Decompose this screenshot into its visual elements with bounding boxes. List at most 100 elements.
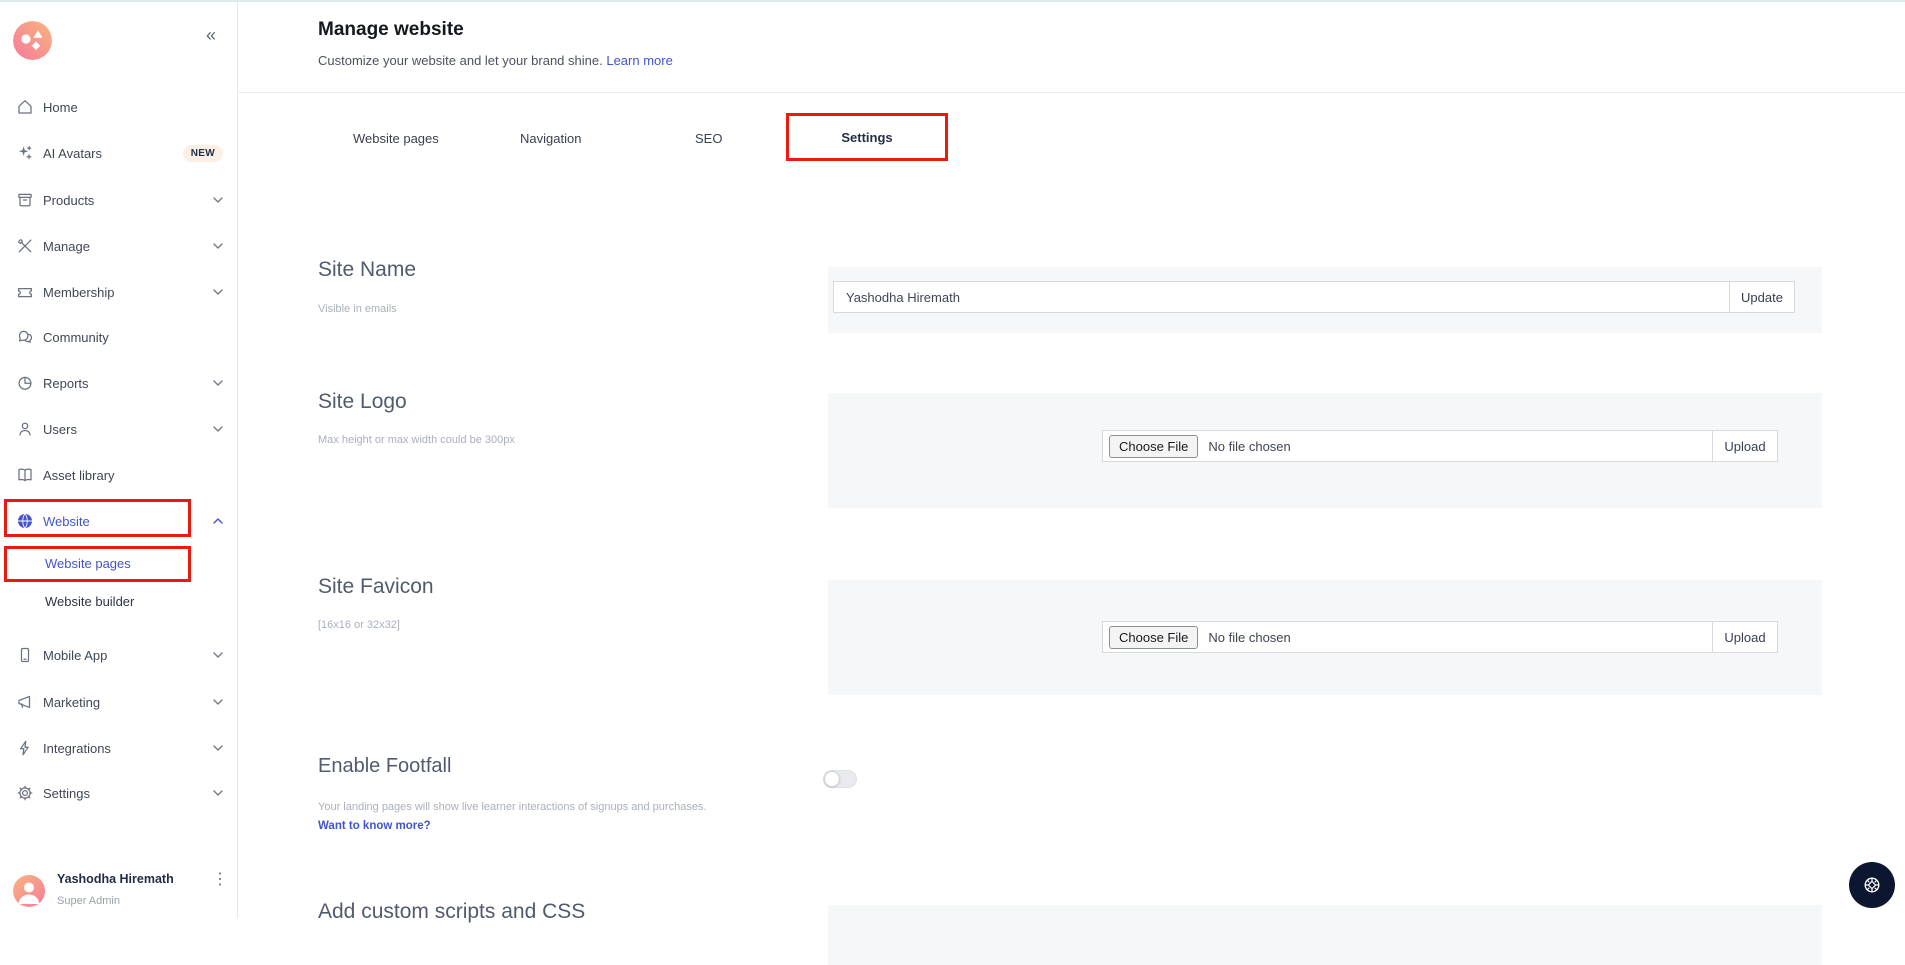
sidebar-item-mobile-app[interactable]: Mobile App (0, 637, 237, 673)
avatar[interactable] (13, 875, 45, 907)
sidebar-item-label: Reports (43, 376, 89, 391)
page-title: Manage website (318, 19, 464, 41)
tab-seo[interactable]: SEO (695, 131, 722, 146)
chevron-down-icon (213, 243, 223, 249)
main-content: Manage website Customize your website an… (238, 0, 1905, 918)
sidebar-item-label: Membership (43, 285, 115, 300)
box-icon (16, 191, 34, 209)
choose-file-button[interactable]: Choose File (1109, 435, 1198, 458)
page-subtitle: Customize your website and let your bran… (318, 53, 673, 68)
sidebar-item-manage[interactable]: Manage (0, 228, 237, 264)
megaphone-icon (16, 693, 34, 711)
home-icon (16, 98, 34, 116)
sidebar-item-label: Website (43, 514, 90, 529)
chevron-down-icon (213, 745, 223, 751)
zap-icon (16, 739, 34, 757)
site-favicon-file-bar: Choose File No file chosen Upload (1102, 621, 1778, 653)
sidebar-item-ai-avatars[interactable]: AI Avatars NEW (0, 135, 237, 171)
chevron-up-icon (213, 518, 223, 524)
site-logo-file-bar: Choose File No file chosen Upload (1102, 430, 1778, 462)
ticket-icon (16, 283, 34, 301)
sidebar-collapse-button[interactable]: « (200, 24, 222, 47)
brand-logo[interactable] (13, 21, 52, 60)
chevron-down-icon (213, 289, 223, 295)
sidebar-item-settings[interactable]: Settings (0, 775, 237, 811)
sidebar-item-label: Website builder (45, 594, 134, 609)
subtitle-text: Customize your website and let your bran… (318, 53, 603, 68)
tab-website-pages[interactable]: Website pages (353, 131, 439, 146)
sidebar-item-marketing[interactable]: Marketing (0, 684, 237, 720)
chevron-down-icon (213, 380, 223, 386)
site-name-note: Visible in emails (318, 303, 397, 315)
tab-label: Settings (841, 130, 892, 145)
globe-icon (16, 512, 34, 530)
gear-icon (16, 784, 34, 802)
site-logo-panel: Choose File No file chosen Upload (828, 393, 1822, 508)
top-strip (0, 0, 1905, 2)
sidebar-item-label: Home (43, 100, 78, 115)
learn-more-link[interactable]: Learn more (606, 53, 672, 68)
sidebar-item-website-builder[interactable]: Website builder (0, 583, 237, 619)
sidebar-item-integrations[interactable]: Integrations (0, 730, 237, 766)
sidebar-item-community[interactable]: Community (0, 319, 237, 355)
chevron-down-icon (213, 652, 223, 658)
sidebar-item-home[interactable]: Home (0, 89, 237, 125)
chevron-down-icon (213, 197, 223, 203)
site-logo-note: Max height or max width could be 300px (318, 434, 515, 446)
file-status-text: No file chosen (1208, 439, 1290, 454)
sidebar-item-label: Products (43, 193, 94, 208)
chevron-down-icon (213, 426, 223, 432)
tab-navigation[interactable]: Navigation (520, 131, 581, 146)
custom-scripts-panel (828, 905, 1822, 965)
help-fab-button[interactable] (1849, 862, 1895, 908)
profile-menu-icon[interactable]: ⋮ (212, 872, 228, 888)
sidebar-item-products[interactable]: Products (0, 182, 237, 218)
sparkles-icon (16, 144, 34, 162)
sidebar-item-asset-library[interactable]: Asset library (0, 457, 237, 493)
rosette-icon (1860, 873, 1884, 897)
site-name-heading: Site Name (318, 258, 416, 282)
sidebar-item-website[interactable]: Website (0, 503, 237, 539)
site-favicon-panel: Choose File No file chosen Upload (828, 580, 1822, 695)
sidebar-item-label: Mobile App (43, 648, 107, 663)
sidebar-item-membership[interactable]: Membership (0, 274, 237, 310)
sidebar-item-label: Integrations (43, 741, 111, 756)
phone-icon (16, 646, 34, 664)
toggle-knob (824, 771, 840, 787)
site-name-bar: Update (833, 281, 1795, 313)
pie-chart-icon (16, 374, 34, 392)
site-favicon-note: [16x16 or 32x32] (318, 619, 400, 631)
sidebar-item-label: Manage (43, 239, 90, 254)
update-button[interactable]: Update (1729, 282, 1794, 312)
screen: { "colors": { "accent": "#4353cf", "anno… (0, 0, 1905, 918)
want-to-know-more-link[interactable]: Want to know more? (318, 820, 431, 832)
site-name-input[interactable] (834, 290, 1729, 305)
sidebar-item-label: Settings (43, 786, 90, 801)
site-name-panel: Update (828, 267, 1822, 333)
sidebar-item-label: Users (43, 422, 77, 437)
sidebar: « Home AI Avatars NEW Products Manage Me… (0, 0, 238, 918)
sidebar-item-users[interactable]: Users (0, 411, 237, 447)
sidebar-item-label: Marketing (43, 695, 100, 710)
sidebar-item-label: Community (43, 330, 109, 345)
enable-footfall-heading: Enable Footfall (318, 755, 451, 778)
upload-button[interactable]: Upload (1712, 431, 1777, 461)
profile-name: Yashodha Hiremath (57, 872, 174, 886)
site-favicon-heading: Site Favicon (318, 575, 434, 599)
choose-file-button[interactable]: Choose File (1109, 626, 1198, 649)
site-logo-heading: Site Logo (318, 390, 407, 414)
footfall-note: Your landing pages will show live learne… (318, 801, 707, 813)
upload-button[interactable]: Upload (1712, 622, 1777, 652)
new-badge: NEW (183, 145, 223, 162)
user-icon (16, 420, 34, 438)
tools-icon (16, 237, 34, 255)
sidebar-item-label: Website pages (45, 556, 131, 571)
tab-settings[interactable]: Settings (786, 113, 948, 161)
file-status-text: No file chosen (1208, 630, 1290, 645)
chevron-down-icon (213, 790, 223, 796)
sidebar-item-label: Asset library (43, 468, 115, 483)
sidebar-item-website-pages[interactable]: Website pages (0, 545, 237, 581)
sidebar-item-reports[interactable]: Reports (0, 365, 237, 401)
footfall-toggle[interactable] (823, 770, 857, 788)
book-icon (16, 466, 34, 484)
